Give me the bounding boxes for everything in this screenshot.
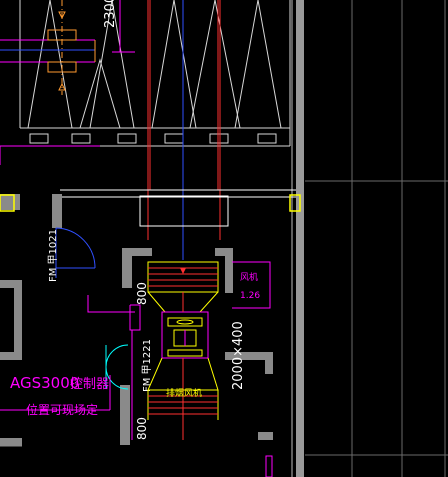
controller-word: 控制器 — [70, 377, 109, 392]
door-label-1: FM 甲1021 — [48, 229, 59, 282]
dimension-top-label: 2300 — [103, 0, 118, 28]
controller-model: AGS3000 — [10, 374, 79, 392]
side-box-title: 风机 — [240, 271, 258, 283]
dimension-bottom-left-label: 800 — [135, 417, 149, 440]
dimension-elbow-label: 800 — [135, 282, 149, 305]
unit-label: 排烟风机 — [166, 387, 202, 399]
dimension-vertical-label: 2000×400 — [231, 321, 246, 390]
door-label-2: FM 甲1221 — [142, 339, 153, 392]
side-box-value: 1.26 — [240, 291, 260, 301]
controller-note: 位置可现场定 — [26, 402, 98, 417]
cad-drawing-canvas[interactable]: 2300 FM 甲1021 FM 甲1221 800 2000×400 800 … — [0, 0, 448, 477]
